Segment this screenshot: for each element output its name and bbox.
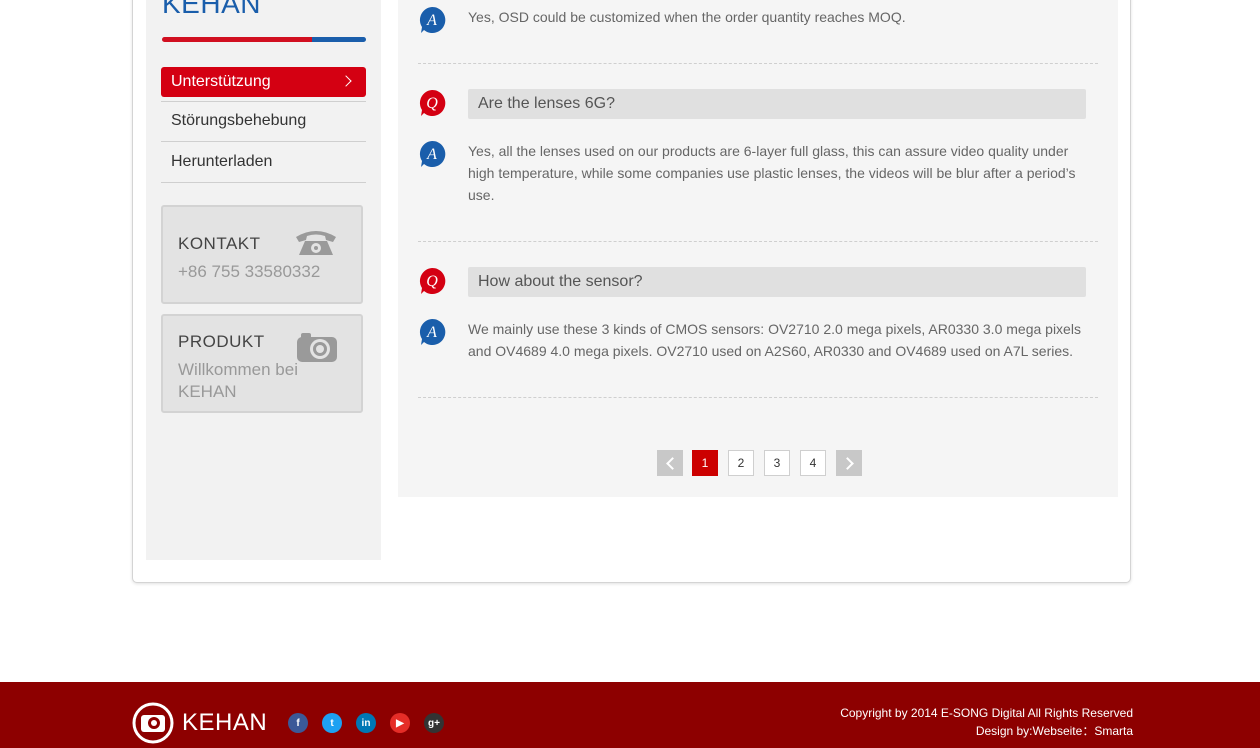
camera-icon [297,333,337,362]
product-card[interactable]: PRODUKT Willkommen bei KEHAN [161,314,363,413]
faq-answer: We mainly use these 3 kinds of CMOS sens… [468,321,1081,359]
chevron-left-icon [665,456,679,470]
linkedin-icon[interactable]: in [356,713,376,733]
prev-page-button[interactable] [657,450,683,476]
sidebar-item-label: Herunterladen [171,153,273,170]
youtube-icon[interactable]: ▶ [390,713,410,733]
google-plus-icon[interactable]: g+ [424,713,444,733]
pagination: 1 2 3 4 [657,450,862,476]
question-icon: Q [419,267,446,294]
facebook-icon[interactable]: f [288,713,308,733]
page-1-button[interactable]: 1 [692,450,718,476]
sidebar-item-unterstutzung[interactable]: Unterstützung [161,67,366,102]
faq-divider [418,241,1098,242]
faq-divider [418,63,1098,64]
sidebar-item-storungsbehebung[interactable]: Störungsbehebung [161,101,366,142]
page-4-button[interactable]: 4 [800,450,826,476]
answer-icon: A [419,318,446,345]
sidebar-brand-title: KEHAN [162,0,261,19]
next-page-button[interactable] [836,450,862,476]
page: KEHAN Unterstützung Störungsbehebung Her… [0,0,1260,748]
footer-logo-text: KEHAN [182,709,268,736]
kehan-logo-icon [132,702,174,744]
svg-text:Q: Q [426,95,438,112]
sidebar-item-label: Störungsbehebung [171,112,307,129]
twitter-icon[interactable]: t [322,713,342,733]
footer-copyright: Copyright by 2014 E-SONG Digital All Rig… [840,704,1133,740]
sidebar-nav: Unterstützung Störungsbehebung Herunterl… [161,67,366,183]
faq-divider [418,397,1098,398]
product-card-subtitle: Willkommen bei KEHAN [178,360,298,401]
chevron-right-icon [840,456,854,470]
svg-text:Q: Q [426,273,438,290]
contact-card-title: KONTAKT [178,234,261,253]
sidebar-item-label: Unterstützung [171,73,271,90]
answer-icon: A [419,140,446,167]
design-credit[interactable]: Design by:Webseite：Smarta [840,722,1133,740]
sidebar-item-herunterladen[interactable]: Herunterladen [161,142,366,183]
faq-question[interactable]: Are the lenses 6G? [468,89,1086,119]
faq-answer: Yes, all the lenses used on our products… [468,143,1076,203]
social-links: f t in ▶ g+ [288,713,458,733]
telephone-icon [296,231,336,255]
faq-question[interactable]: How about the sensor? [468,267,1086,297]
chevron-right-icon [340,75,352,87]
brand-color-bar [162,37,366,42]
page-3-button[interactable]: 3 [764,450,790,476]
svg-text:A: A [426,324,437,341]
product-card-title: PRODUKT [178,332,265,351]
contact-card[interactable]: KONTAKT +86 755 33580332 [161,205,363,304]
svg-text:A: A [426,146,437,163]
page-2-button[interactable]: 2 [728,450,754,476]
footer: KEHAN f t in ▶ g+ Copyright by 2014 E-SO… [0,682,1260,748]
footer-logo[interactable]: KEHAN [132,702,267,744]
copyright-text: Copyright by 2014 E-SONG Digital All Rig… [840,706,1133,720]
faq-answer: Yes, OSD could be customized when the or… [468,9,906,25]
question-icon: Q [419,89,446,116]
faq-main: A Yes, OSD could be customized when the … [398,0,1118,497]
svg-text:A: A [426,12,437,29]
contact-phone: +86 755 33580332 [178,262,321,281]
answer-icon: A [419,6,446,33]
